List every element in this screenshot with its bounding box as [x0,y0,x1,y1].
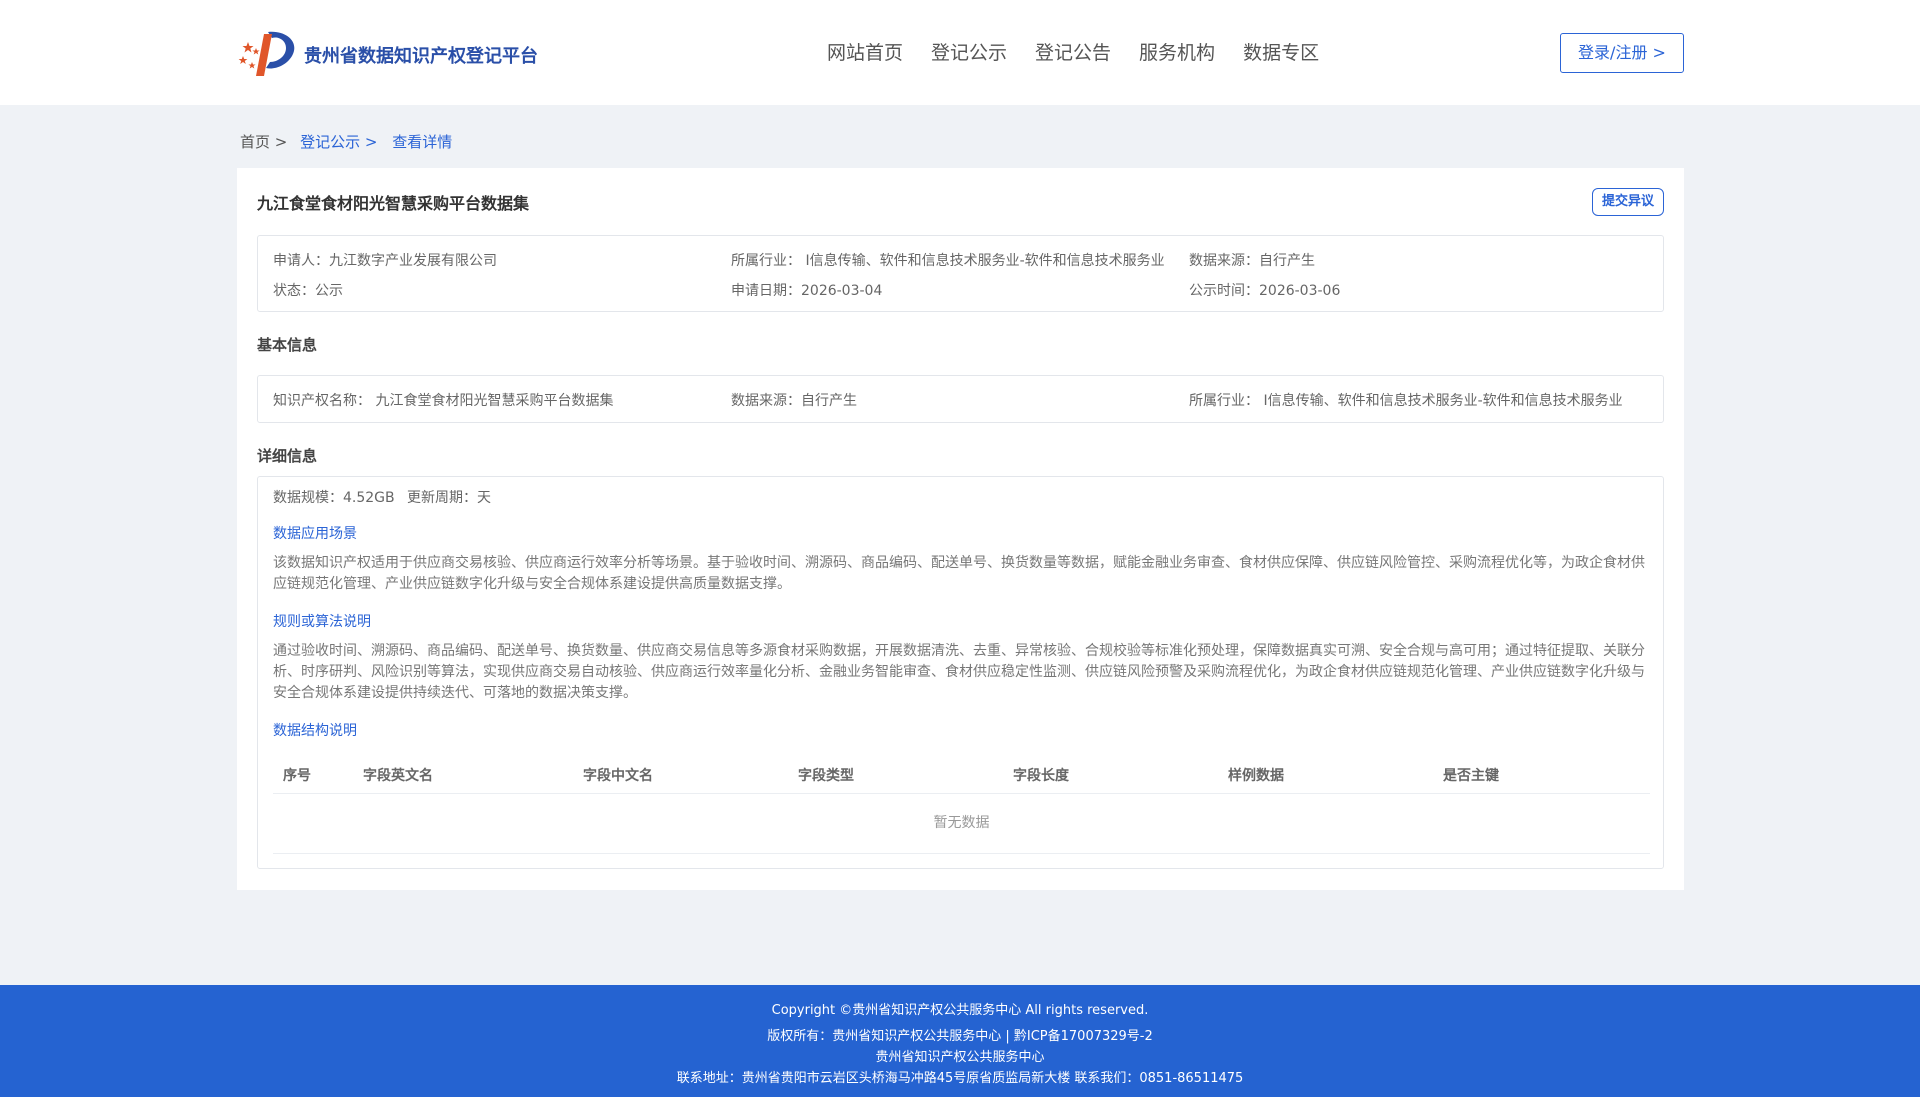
algorithm-title: 规则或算法说明 [273,614,371,630]
update-cycle: 更新周期：天 [407,490,491,506]
col-field-type: 字段类型 [798,768,854,784]
nav-registration-announcement[interactable]: 登记公告 [1035,38,1111,65]
apply-date: 申请日期：2026-03-04 [731,283,883,299]
industry: 所属行业： I信息传输、软件和信息技术服务业-软件和信息技术服务业 [731,253,1165,269]
table-empty-state: 暂无数据 [273,794,1650,854]
main-nav: 网站首页 登记公示 登记公告 服务机构 数据专区 [827,38,1347,65]
detail-info-panel: 数据规模：4.52GB 更新周期：天 数据应用场景 该数据知识产权适用于供应商交… [257,476,1664,869]
col-field-length: 字段长度 [1013,768,1069,784]
site-title: 贵州省数据知识产权登记平台 [304,46,538,67]
submit-objection-button[interactable]: 提交异议 [1591,188,1664,216]
nav-service-agencies[interactable]: 服务机构 [1139,38,1215,65]
nav-home[interactable]: 网站首页 [827,38,903,65]
footer-rights[interactable]: 版权所有：贵州省知识产权公共服务中心 | 黔ICP备17007329号-2 [0,1025,1920,1044]
nav-registration-publicity[interactable]: 登记公示 [931,38,1007,65]
summary-panel: 申请人：九江数字产业发展有限公司 所属行业： I信息传输、软件和信息技术服务业-… [257,235,1664,312]
col-sample-data: 样例数据 [1228,768,1284,784]
basic-info-title: 基本信息 [257,336,318,354]
col-field-cn: 字段中文名 [583,768,653,784]
basic-info-panel: 知识产权名称： 九江食堂食材阳光智慧采购平台数据集 数据来源：自行产生 所属行业… [257,375,1664,423]
breadcrumb-home[interactable]: 首页 > [240,133,287,151]
detail-info-title: 详细信息 [257,447,318,465]
data-scale: 数据规模：4.52GB [273,490,395,506]
basic-industry: 所属行业： I信息传输、软件和信息技术服务业-软件和信息技术服务业 [1189,393,1623,409]
ip-name: 知识产权名称： 九江食堂食材阳光智慧采购平台数据集 [273,393,614,409]
basic-data-source: 数据来源：自行产生 [731,393,857,409]
col-field-en: 字段英文名 [363,768,433,784]
col-primary-key: 是否主键 [1443,768,1499,784]
data-source: 数据来源：自行产生 [1189,253,1315,269]
breadcrumb-current: 查看详情 [392,133,453,151]
detail-card: 九江食堂食材阳光智慧采购平台数据集 提交异议 申请人：九江数字产业发展有限公司 … [237,168,1684,890]
application-scenario-text: 该数据知识产权适用于供应商交易核验、供应商运行效率分析等场景。基于验收时间、溯源… [273,555,1645,592]
algorithm-text: 通过验收时间、溯源码、商品编码、配送单号、换货数量、供应商交易信息等多源食材采购… [273,643,1645,701]
nav-data-zone[interactable]: 数据专区 [1243,38,1319,65]
dataset-title: 九江食堂食材阳光智慧采购平台数据集 [257,194,530,213]
site-logo-icon[interactable] [238,28,298,78]
footer-contact: 联系地址：贵州省贵阳市云岩区头桥海马冲路45号原省质监局新大楼 联系我们：085… [676,1071,1244,1086]
site-footer: Copyright ©贵州省知识产权公共服务中心 All rights rese… [0,985,1920,1097]
publish-date: 公示时间：2026-03-06 [1189,283,1341,299]
breadcrumb-publicity[interactable]: 登记公示 > [300,133,377,151]
login-register-button[interactable]: 登录/注册 > [1560,33,1684,73]
structure-table-header: 序号 字段英文名 字段中文名 字段类型 字段长度 样例数据 是否主键 [273,753,1650,794]
application-scenario-title: 数据应用场景 [273,526,357,542]
col-index: 序号 [283,768,311,784]
applicant: 申请人：九江数字产业发展有限公司 [273,253,497,269]
breadcrumb: 首页 > 登记公示 > 查看详情 [240,131,452,152]
data-structure-title: 数据结构说明 [273,723,357,739]
site-header: 贵州省数据知识产权登记平台 网站首页 登记公示 登记公告 服务机构 数据专区 登… [0,0,1920,105]
footer-copyright: Copyright ©贵州省知识产权公共服务中心 All rights rese… [771,1003,1149,1018]
footer-organization: 贵州省知识产权公共服务中心 [875,1050,1045,1065]
status: 状态：公示 [273,283,343,299]
